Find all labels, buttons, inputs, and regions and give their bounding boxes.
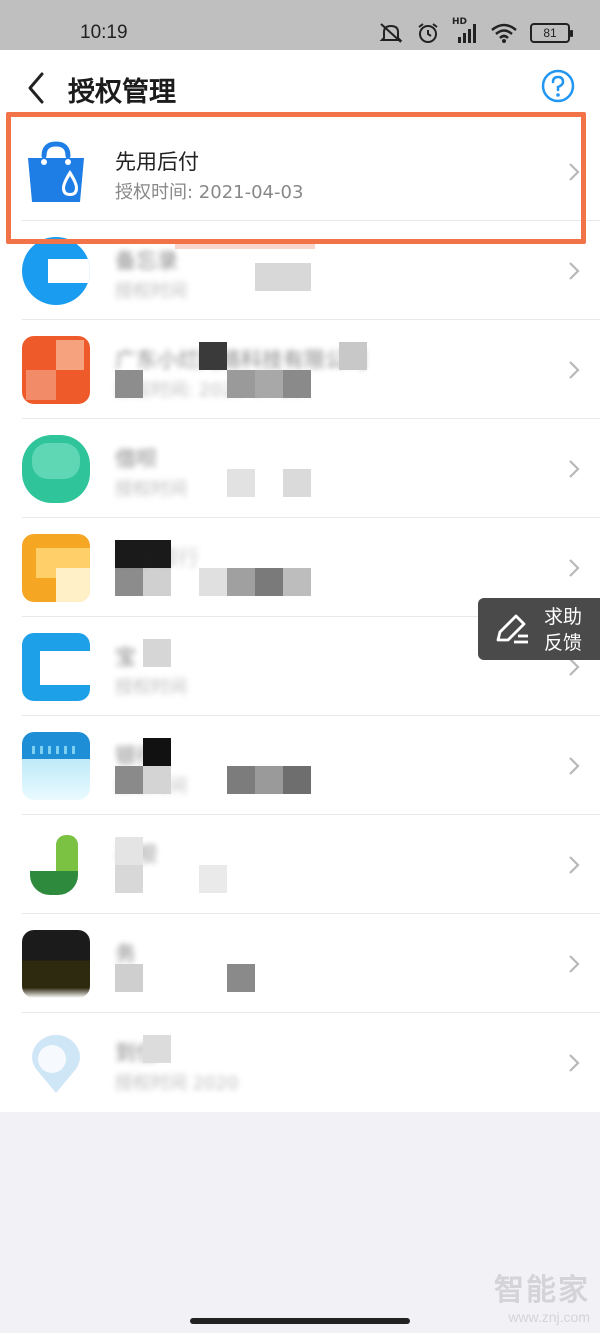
chevron-right-icon	[569, 460, 580, 478]
pencil-edit-icon	[496, 614, 528, 644]
status-icons: HD 81	[378, 17, 573, 48]
app-icon-orange	[22, 336, 90, 404]
privacy-mosaic	[115, 639, 315, 695]
chevron-right-icon	[569, 1054, 580, 1072]
watermark-main: 智能家	[494, 1273, 590, 1308]
list-item[interactable]: 广东小烂网络科技有限公司 授权时间: 2020-07-19	[22, 320, 600, 419]
app-icon-location	[22, 1029, 90, 1097]
app-icon-green	[22, 435, 90, 503]
feedback-label: 求助反馈	[544, 606, 583, 654]
privacy-mosaic	[115, 1035, 315, 1091]
help-feedback-button[interactable]: 求助反馈	[478, 598, 600, 660]
privacy-mosaic	[115, 441, 315, 497]
app-icon-teal	[22, 732, 90, 800]
chevron-right-icon	[569, 559, 580, 577]
app-icon-blue	[22, 237, 90, 305]
header: 授权管理	[0, 50, 600, 122]
list-item[interactable]: 银行 授权时间	[22, 716, 600, 815]
signal-icon: HD	[452, 17, 478, 45]
app-icon-yellow	[22, 534, 90, 602]
battery-icon: 81	[530, 23, 573, 43]
chevron-right-icon	[569, 955, 580, 973]
page-title: 授权管理	[68, 77, 176, 108]
chevron-right-icon	[569, 361, 580, 379]
list-item[interactable]: 备忘录 授权时间	[22, 221, 600, 320]
app-icon-lime	[22, 831, 90, 899]
list-item[interactable]: 花呗	[22, 815, 600, 914]
privacy-mosaic	[115, 738, 315, 794]
back-chevron-icon[interactable]	[22, 68, 52, 108]
privacy-mosaic	[115, 936, 315, 992]
chevron-right-icon	[569, 163, 580, 181]
home-indicator[interactable]	[190, 1318, 410, 1324]
chevron-right-icon	[569, 658, 580, 676]
mute-bell-icon	[379, 23, 403, 43]
chevron-right-icon	[569, 262, 580, 280]
app-name: 商家银行	[115, 546, 199, 570]
list-item[interactable]: 务	[22, 914, 600, 1013]
wifi-icon	[491, 23, 517, 43]
chevron-right-icon	[569, 856, 580, 874]
shopping-bag-icon	[22, 138, 90, 206]
privacy-mosaic	[115, 243, 315, 299]
app-icon-dark	[22, 930, 90, 998]
status-time: 10:19	[80, 22, 128, 43]
privacy-mosaic	[115, 837, 315, 893]
alarm-icon	[418, 23, 438, 43]
chevron-right-icon	[569, 757, 580, 775]
auth-time: 授权时间: 2021-04-03	[115, 182, 304, 203]
status-bar: 10:19 HD 81	[0, 0, 600, 50]
help-question-icon[interactable]	[540, 68, 576, 104]
privacy-mosaic	[115, 342, 367, 398]
app-name: 先用后付	[115, 150, 199, 174]
list-item[interactable]: 借呗 授权时间	[22, 419, 600, 518]
watermark-url: www.znj.com	[508, 1309, 590, 1325]
list-item-xianyong-houfu[interactable]: 先用后付 授权时间: 2021-04-03	[22, 122, 600, 221]
watermark-logo: 智能家 www.znj.com	[494, 1265, 590, 1325]
list-item[interactable]: 到位 授权时间 2020	[22, 1013, 600, 1112]
app-icon-cyan	[22, 633, 90, 701]
